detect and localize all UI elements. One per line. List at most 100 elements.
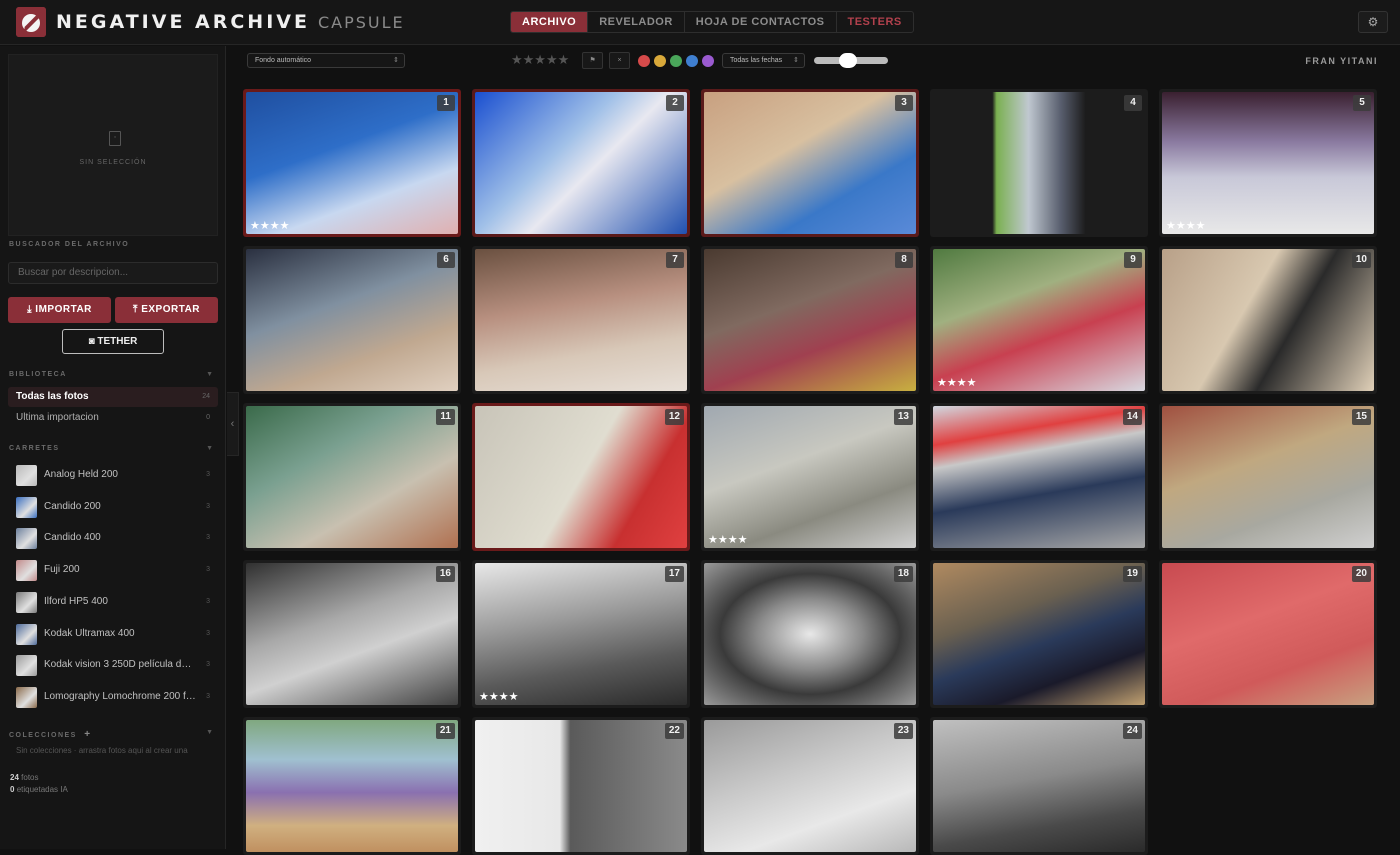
roll-name: Lomography Lomochrome 200 formato 120 [44,690,196,702]
roll-item[interactable]: Candido 200 3 [16,496,216,519]
library-section-label: BIBLIOTECA [9,371,67,378]
photo-rating: ★★★★ [937,377,977,389]
tether-button[interactable]: ◙ TETHER [62,329,164,354]
roll-name: Fuji 200 [44,564,80,576]
photo-card[interactable]: 24 [930,717,1148,855]
photo-card[interactable]: 16 [243,560,461,708]
roll-item[interactable]: Lomography Lomochrome 200 formato 120 3 [16,686,216,709]
image-icon: ▫ [109,131,121,146]
photo-card[interactable]: 2 [472,89,690,237]
photo-thumbnail [933,92,1145,234]
photo-card[interactable]: 23 [701,717,919,855]
photo-thumbnail [1162,406,1374,548]
photo-thumbnail [704,406,916,548]
roll-item[interactable]: Ilford HP5 400 3 [16,591,216,614]
clear-filter-button[interactable]: × [609,52,630,69]
photo-number-badge: 4 [1124,95,1142,111]
app-logo-icon [16,7,46,37]
flag-filter-button[interactable]: ⚑ [582,52,603,69]
photo-card[interactable]: 5 ★★★★ [1159,89,1377,237]
roll-count: 3 [206,566,210,574]
library-item[interactable]: Todas las fotos 24 [8,387,218,407]
tab-testers[interactable]: TESTERS [835,12,913,32]
slider-handle[interactable] [839,53,857,68]
roll-item[interactable]: Fuji 200 3 [16,560,216,582]
import-button[interactable]: ⤓ IMPORTAR [8,297,111,323]
photo-card[interactable]: 12 [472,403,690,551]
photo-card[interactable]: 3 [701,89,919,237]
roll-item[interactable]: Candido 400 3 [16,528,216,550]
chevron-down-icon[interactable]: ▼ [206,729,213,736]
chevron-down-icon[interactable]: ▼ [206,371,213,378]
roll-item[interactable]: Kodak vision 3 250D película de cine 3 [16,655,216,677]
photo-card[interactable]: 11 [243,403,461,551]
photo-card[interactable]: 18 [701,560,919,708]
color-label-filter[interactable] [702,55,714,67]
photo-card[interactable]: 10 [1159,246,1377,394]
roll-count: 3 [206,534,210,542]
background-select-value: Fondo automático [255,57,312,64]
photo-card[interactable]: 4 [930,89,1148,237]
chevron-down-icon[interactable]: ▼ [206,445,213,452]
tab-revelador[interactable]: REVELADOR [587,12,684,32]
photo-card[interactable]: 19 [930,560,1148,708]
collections-section-label: COLECCIONES + [9,729,92,740]
photo-thumbnail [704,249,916,391]
photo-card[interactable]: 8 [701,246,919,394]
select-arrow-icon: ⇕ [393,57,399,64]
photo-thumbnail [704,720,916,852]
roll-item[interactable]: Analog Held 200 3 [16,465,216,487]
photo-card[interactable]: 21 [243,717,461,855]
rolls-section-label: CARRETES [9,445,60,452]
photo-thumbnail [933,720,1145,852]
thumbnail-size-slider[interactable] [814,53,888,68]
photo-number-badge: 24 [1122,723,1142,739]
roll-thumbnail [16,528,37,550]
no-selection-text: SIN SELECCIÓN [79,159,147,166]
photo-card[interactable]: 20 [1159,560,1377,708]
export-button[interactable]: ⤒ EXPORTAR [115,297,218,323]
add-collection-button[interactable]: + [84,729,91,740]
collapse-sidebar-button[interactable]: ‹ [227,392,239,456]
chevron-left-icon: ‹ [230,418,235,430]
library-item[interactable]: Ultima importacion 0 [8,408,218,428]
photo-thumbnail [704,92,916,234]
photo-card[interactable]: 22 [472,717,690,855]
library-stats: 24 fotos 0 etiquetadas IA [10,772,68,796]
photo-card[interactable]: 9 ★★★★ [930,246,1148,394]
color-label-filter[interactable] [638,55,650,67]
photo-thumbnail [475,249,687,391]
photo-card[interactable]: 15 [1159,403,1377,551]
photo-card[interactable]: 17 ★★★★ [472,560,690,708]
photo-card[interactable]: 7 [472,246,690,394]
date-select[interactable]: Todas las fechas ⇕ [722,53,805,68]
photo-number-badge: 5 [1353,95,1371,111]
photo-thumbnail [933,563,1145,705]
user-name: FRAN YITANI [1305,56,1378,66]
color-label-filter[interactable] [670,55,682,67]
color-label-filter[interactable] [686,55,698,67]
photo-number-badge: 16 [435,566,455,582]
background-select[interactable]: Fondo automático ⇕ [247,53,405,68]
photo-card[interactable]: 6 [243,246,461,394]
photo-number-badge: 6 [437,252,455,268]
photo-card[interactable]: 14 [930,403,1148,551]
settings-button[interactable]: ⚙ [1358,11,1388,33]
photo-card[interactable]: 13 ★★★★ [701,403,919,551]
color-label-filter[interactable] [654,55,666,67]
roll-thumbnail [16,465,37,486]
photo-card[interactable]: 1 ★★★★ [243,89,461,237]
photo-number-badge: 19 [1122,566,1142,582]
roll-item[interactable]: Kodak Ultramax 400 3 [16,623,216,646]
photo-number-badge: 10 [1351,252,1371,268]
tab-archivo[interactable]: ARCHIVO [511,12,588,32]
photo-number-badge: 15 [1351,409,1371,425]
gear-icon: ⚙ [1367,15,1379,29]
photo-thumbnail [1162,92,1374,234]
tab-hoja-de-contactos[interactable]: HOJA DE CONTACTOS [683,12,836,32]
rating-filter[interactable]: ★★★★★ [511,52,569,68]
photo-thumbnail [246,720,458,852]
photo-number-badge: 23 [893,723,913,739]
roll-name: Candido 200 [44,500,101,512]
search-input[interactable]: Buscar por descripcion... [8,262,218,284]
